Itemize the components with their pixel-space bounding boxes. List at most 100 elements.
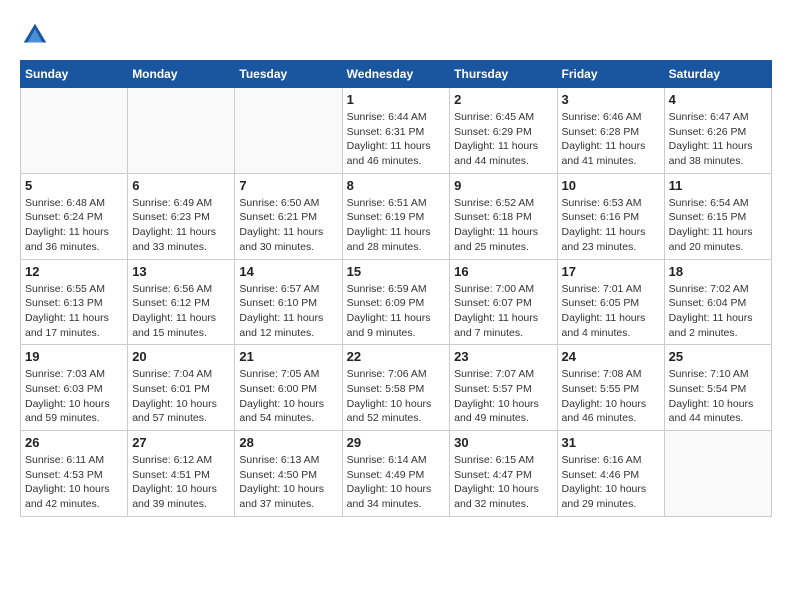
calendar-day-cell bbox=[664, 431, 771, 517]
day-info: Sunrise: 6:55 AM Sunset: 6:13 PM Dayligh… bbox=[25, 282, 123, 341]
day-number: 27 bbox=[132, 435, 230, 450]
calendar-day-cell: 23 Sunrise: 7:07 AM Sunset: 5:57 PM Dayli… bbox=[450, 345, 557, 431]
calendar-day-cell: 4 Sunrise: 6:47 AM Sunset: 6:26 PM Daylig… bbox=[664, 88, 771, 174]
logo bbox=[20, 20, 54, 50]
day-number: 28 bbox=[239, 435, 337, 450]
calendar-day-cell: 29 Sunrise: 6:14 AM Sunset: 4:49 PM Dayli… bbox=[342, 431, 450, 517]
calendar-day-cell: 8 Sunrise: 6:51 AM Sunset: 6:19 PM Daylig… bbox=[342, 173, 450, 259]
day-number: 30 bbox=[454, 435, 552, 450]
day-info: Sunrise: 6:13 AM Sunset: 4:50 PM Dayligh… bbox=[239, 453, 337, 512]
calendar-day-cell: 24 Sunrise: 7:08 AM Sunset: 5:55 PM Dayli… bbox=[557, 345, 664, 431]
calendar-day-cell: 19 Sunrise: 7:03 AM Sunset: 6:03 PM Dayli… bbox=[21, 345, 128, 431]
day-of-week-header: Friday bbox=[557, 61, 664, 88]
day-info: Sunrise: 6:54 AM Sunset: 6:15 PM Dayligh… bbox=[669, 196, 767, 255]
day-info: Sunrise: 6:11 AM Sunset: 4:53 PM Dayligh… bbox=[25, 453, 123, 512]
day-number: 24 bbox=[562, 349, 660, 364]
day-number: 12 bbox=[25, 264, 123, 279]
calendar-day-cell: 1 Sunrise: 6:44 AM Sunset: 6:31 PM Daylig… bbox=[342, 88, 450, 174]
calendar-day-cell: 14Sunrise: 6:57 AM Sunset: 6:10 PM Dayli… bbox=[235, 259, 342, 345]
day-info: Sunrise: 6:15 AM Sunset: 4:47 PM Dayligh… bbox=[454, 453, 552, 512]
day-info: Sunrise: 6:44 AM Sunset: 6:31 PM Dayligh… bbox=[347, 110, 446, 169]
day-info: Sunrise: 6:14 AM Sunset: 4:49 PM Dayligh… bbox=[347, 453, 446, 512]
day-info: Sunrise: 6:51 AM Sunset: 6:19 PM Dayligh… bbox=[347, 196, 446, 255]
day-number: 4 bbox=[669, 92, 767, 107]
day-number: 3 bbox=[562, 92, 660, 107]
day-info: Sunrise: 6:48 AM Sunset: 6:24 PM Dayligh… bbox=[25, 196, 123, 255]
calendar-header-row: SundayMondayTuesdayWednesdayThursdayFrid… bbox=[21, 61, 772, 88]
calendar-week-row: 12 Sunrise: 6:55 AM Sunset: 6:13 PM Dayli… bbox=[21, 259, 772, 345]
day-info: Sunrise: 6:46 AM Sunset: 6:28 PM Dayligh… bbox=[562, 110, 660, 169]
calendar-day-cell: 12 Sunrise: 6:55 AM Sunset: 6:13 PM Dayli… bbox=[21, 259, 128, 345]
day-of-week-header: Monday bbox=[128, 61, 235, 88]
calendar-day-cell: 11 Sunrise: 6:54 AM Sunset: 6:15 PM Dayli… bbox=[664, 173, 771, 259]
calendar-day-cell: 3 Sunrise: 6:46 AM Sunset: 6:28 PM Daylig… bbox=[557, 88, 664, 174]
day-number: 2 bbox=[454, 92, 552, 107]
day-number: 17 bbox=[562, 264, 660, 279]
calendar-day-cell: 22Sunrise: 7:06 AM Sunset: 5:58 PM Dayli… bbox=[342, 345, 450, 431]
day-number: 23 bbox=[454, 349, 552, 364]
calendar-week-row: 19 Sunrise: 7:03 AM Sunset: 6:03 PM Dayli… bbox=[21, 345, 772, 431]
calendar-day-cell: 26Sunrise: 6:11 AM Sunset: 4:53 PM Dayli… bbox=[21, 431, 128, 517]
calendar-day-cell: 13 Sunrise: 6:56 AM Sunset: 6:12 PM Dayli… bbox=[128, 259, 235, 345]
day-number: 29 bbox=[347, 435, 446, 450]
day-number: 1 bbox=[347, 92, 446, 107]
calendar-day-cell bbox=[235, 88, 342, 174]
calendar-day-cell: 10 Sunrise: 6:53 AM Sunset: 6:16 PM Dayli… bbox=[557, 173, 664, 259]
calendar-day-cell bbox=[21, 88, 128, 174]
day-of-week-header: Thursday bbox=[450, 61, 557, 88]
calendar-week-row: 5Sunrise: 6:48 AM Sunset: 6:24 PM Daylig… bbox=[21, 173, 772, 259]
day-number: 10 bbox=[562, 178, 660, 193]
calendar-day-cell: 28 Sunrise: 6:13 AM Sunset: 4:50 PM Dayli… bbox=[235, 431, 342, 517]
calendar-week-row: 1 Sunrise: 6:44 AM Sunset: 6:31 PM Daylig… bbox=[21, 88, 772, 174]
day-number: 9 bbox=[454, 178, 552, 193]
day-info: Sunrise: 6:16 AM Sunset: 4:46 PM Dayligh… bbox=[562, 453, 660, 512]
day-number: 18 bbox=[669, 264, 767, 279]
calendar-day-cell: 5Sunrise: 6:48 AM Sunset: 6:24 PM Daylig… bbox=[21, 173, 128, 259]
day-info: Sunrise: 7:10 AM Sunset: 5:54 PM Dayligh… bbox=[669, 367, 767, 426]
day-number: 6 bbox=[132, 178, 230, 193]
calendar-day-cell: 30 Sunrise: 6:15 AM Sunset: 4:47 PM Dayli… bbox=[450, 431, 557, 517]
calendar-day-cell: 2 Sunrise: 6:45 AM Sunset: 6:29 PM Daylig… bbox=[450, 88, 557, 174]
day-number: 19 bbox=[25, 349, 123, 364]
day-number: 22 bbox=[347, 349, 446, 364]
day-number: 16 bbox=[454, 264, 552, 279]
day-info: Sunrise: 7:01 AM Sunset: 6:05 PM Dayligh… bbox=[562, 282, 660, 341]
day-of-week-header: Tuesday bbox=[235, 61, 342, 88]
day-info: Sunrise: 6:59 AM Sunset: 6:09 PM Dayligh… bbox=[347, 282, 446, 341]
day-info: Sunrise: 6:12 AM Sunset: 4:51 PM Dayligh… bbox=[132, 453, 230, 512]
day-info: Sunrise: 7:07 AM Sunset: 5:57 PM Dayligh… bbox=[454, 367, 552, 426]
day-info: Sunrise: 7:02 AM Sunset: 6:04 PM Dayligh… bbox=[669, 282, 767, 341]
day-info: Sunrise: 6:53 AM Sunset: 6:16 PM Dayligh… bbox=[562, 196, 660, 255]
calendar-day-cell: 31 Sunrise: 6:16 AM Sunset: 4:46 PM Dayli… bbox=[557, 431, 664, 517]
calendar-day-cell bbox=[128, 88, 235, 174]
calendar-day-cell: 6Sunrise: 6:49 AM Sunset: 6:23 PM Daylig… bbox=[128, 173, 235, 259]
day-info: Sunrise: 6:47 AM Sunset: 6:26 PM Dayligh… bbox=[669, 110, 767, 169]
calendar-day-cell: 20Sunrise: 7:04 AM Sunset: 6:01 PM Dayli… bbox=[128, 345, 235, 431]
day-number: 7 bbox=[239, 178, 337, 193]
day-number: 25 bbox=[669, 349, 767, 364]
calendar-week-row: 26Sunrise: 6:11 AM Sunset: 4:53 PM Dayli… bbox=[21, 431, 772, 517]
day-info: Sunrise: 6:45 AM Sunset: 6:29 PM Dayligh… bbox=[454, 110, 552, 169]
day-info: Sunrise: 6:52 AM Sunset: 6:18 PM Dayligh… bbox=[454, 196, 552, 255]
day-info: Sunrise: 6:57 AM Sunset: 6:10 PM Dayligh… bbox=[239, 282, 337, 341]
calendar-day-cell: 15 Sunrise: 6:59 AM Sunset: 6:09 PM Dayli… bbox=[342, 259, 450, 345]
calendar-day-cell: 27 Sunrise: 6:12 AM Sunset: 4:51 PM Dayli… bbox=[128, 431, 235, 517]
day-number: 15 bbox=[347, 264, 446, 279]
day-info: Sunrise: 6:56 AM Sunset: 6:12 PM Dayligh… bbox=[132, 282, 230, 341]
calendar-day-cell: 16Sunrise: 7:00 AM Sunset: 6:07 PM Dayli… bbox=[450, 259, 557, 345]
calendar-day-cell: 17 Sunrise: 7:01 AM Sunset: 6:05 PM Dayli… bbox=[557, 259, 664, 345]
page-header bbox=[20, 20, 772, 50]
calendar-day-cell: 7 Sunrise: 6:50 AM Sunset: 6:21 PM Daylig… bbox=[235, 173, 342, 259]
day-info: Sunrise: 7:08 AM Sunset: 5:55 PM Dayligh… bbox=[562, 367, 660, 426]
day-number: 11 bbox=[669, 178, 767, 193]
calendar-day-cell: 25 Sunrise: 7:10 AM Sunset: 5:54 PM Dayli… bbox=[664, 345, 771, 431]
day-number: 8 bbox=[347, 178, 446, 193]
day-number: 13 bbox=[132, 264, 230, 279]
day-of-week-header: Wednesday bbox=[342, 61, 450, 88]
day-info: Sunrise: 7:04 AM Sunset: 6:01 PM Dayligh… bbox=[132, 367, 230, 426]
calendar-day-cell: 9 Sunrise: 6:52 AM Sunset: 6:18 PM Daylig… bbox=[450, 173, 557, 259]
day-info: Sunrise: 7:03 AM Sunset: 6:03 PM Dayligh… bbox=[25, 367, 123, 426]
day-number: 31 bbox=[562, 435, 660, 450]
day-info: Sunrise: 7:05 AM Sunset: 6:00 PM Dayligh… bbox=[239, 367, 337, 426]
day-info: Sunrise: 6:50 AM Sunset: 6:21 PM Dayligh… bbox=[239, 196, 337, 255]
